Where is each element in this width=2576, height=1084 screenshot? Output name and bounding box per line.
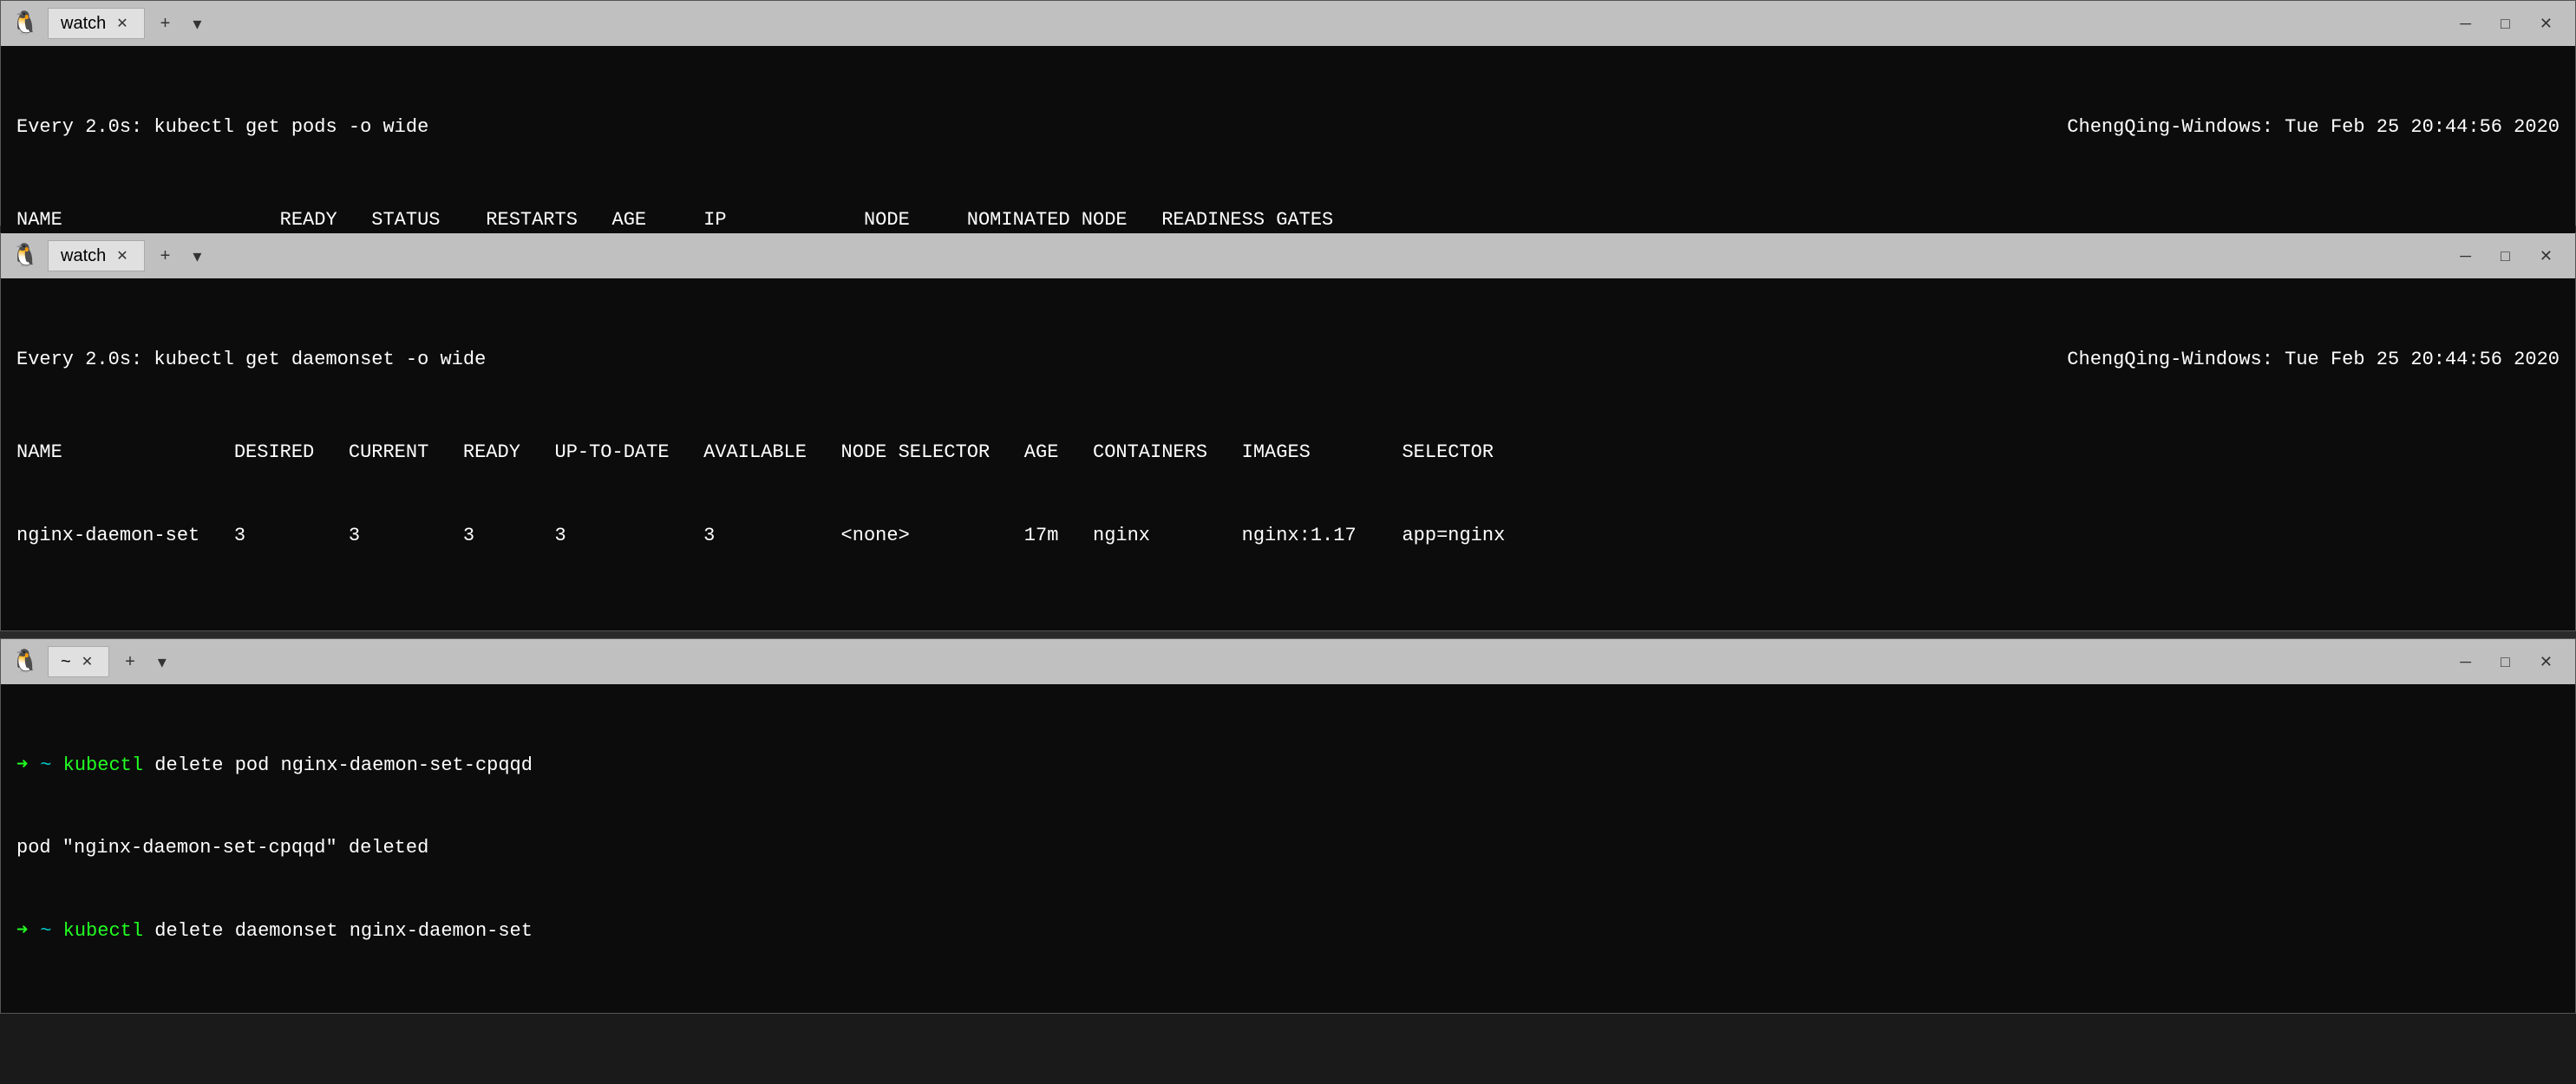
hostname-time-2: ChengQing-Windows: Tue Feb 25 20:44:56 2… <box>2067 346 2560 374</box>
linux-icon-2: 🐧 <box>11 242 39 270</box>
title-bar-left-3: 🐧 ~ ✕ + ▾ <box>11 646 2437 677</box>
maximize-btn-3[interactable]: □ <box>2488 651 2522 673</box>
prompt-arrow-1: ➜ <box>16 752 28 780</box>
maximize-btn-2[interactable]: □ <box>2488 245 2522 267</box>
title-bar-left-2: 🐧 watch ✕ + ▾ <box>11 240 2437 271</box>
tab-dropdown-btn-3[interactable]: ▾ <box>151 651 173 673</box>
cmd-rest-1: delete pod nginx-daemon-set-cpqqd <box>143 752 533 780</box>
prompt-dir-2: ~ <box>40 917 51 945</box>
title-bar-2: 🐧 watch ✕ + ▾ ─ □ ✕ <box>1 233 2575 278</box>
tab-dropdown-btn-1[interactable]: ▾ <box>186 13 208 35</box>
terminal-window-2: 🐧 watch ✕ + ▾ ─ □ ✕ Every 2.0s: kubectl … <box>0 232 2576 631</box>
command-line-2: Every 2.0s: kubectl get daemonset -o wid… <box>16 346 486 374</box>
title-bar-1: 🐧 watch ✕ + ▾ ─ □ ✕ <box>1 1 2575 46</box>
new-tab-btn-2[interactable]: + <box>154 246 178 266</box>
tab-2-label: watch <box>61 246 106 266</box>
terminal-content-2: Every 2.0s: kubectl get daemonset -o wid… <box>1 278 2575 630</box>
watch-header-1: Every 2.0s: kubectl get pods -o wide Che… <box>16 114 2560 141</box>
tab-2[interactable]: watch ✕ <box>48 240 145 271</box>
terminal-content-3: ➜ ~ kubectl delete pod nginx-daemon-set-… <box>1 684 2575 1013</box>
tab-dropdown-btn-2[interactable]: ▾ <box>186 245 208 267</box>
minimize-btn-1[interactable]: ─ <box>2448 13 2483 35</box>
tab-1-label: watch <box>61 14 106 34</box>
tab-1-close[interactable]: ✕ <box>113 15 131 32</box>
command-line-1: Every 2.0s: kubectl get pods -o wide <box>16 114 428 141</box>
table-row-2-0: nginx-daemon-set 3 3 3 3 3 <none> 17m ng… <box>16 522 2560 550</box>
linux-icon-1: 🐧 <box>11 10 39 37</box>
minimize-btn-3[interactable]: ─ <box>2448 651 2483 673</box>
prompt-cmd-2: kubectl <box>51 917 143 945</box>
prompt-dir-1: ~ <box>40 752 51 780</box>
new-tab-btn-3[interactable]: + <box>118 652 142 672</box>
watch-header-2: Every 2.0s: kubectl get daemonset -o wid… <box>16 346 2560 374</box>
tab-1[interactable]: watch ✕ <box>48 8 145 39</box>
prompt-line-2: ➜ ~ kubectl delete daemonset nginx-daemo… <box>16 917 2560 945</box>
tab-2-close[interactable]: ✕ <box>113 247 131 264</box>
hostname-time-1: ChengQing-Windows: Tue Feb 25 20:44:56 2… <box>2067 114 2560 141</box>
prompt-arrow-2: ➜ <box>16 917 28 945</box>
close-btn-3[interactable]: ✕ <box>2527 651 2565 673</box>
cmd-rest-2: delete daemonset nginx-daemon-set <box>143 917 533 945</box>
title-bar-3: 🐧 ~ ✕ + ▾ ─ □ ✕ <box>1 639 2575 684</box>
maximize-btn-1[interactable]: □ <box>2488 13 2522 35</box>
prompt-line-1: ➜ ~ kubectl delete pod nginx-daemon-set-… <box>16 752 2560 780</box>
table-headers-1: NAME READY STATUS RESTARTS AGE IP NODE N… <box>16 206 2560 234</box>
terminal-window-1: 🐧 watch ✕ + ▾ ─ □ ✕ Every 2.0s: kubectl … <box>0 0 2576 225</box>
tab-3[interactable]: ~ ✕ <box>48 646 109 677</box>
tab-3-label: ~ <box>61 652 71 672</box>
window-controls-3: ─ □ ✕ <box>2448 651 2565 673</box>
close-btn-1[interactable]: ✕ <box>2527 13 2565 35</box>
close-btn-2[interactable]: ✕ <box>2527 245 2565 267</box>
prompt-cmd-1: kubectl <box>51 752 143 780</box>
output-line-1: pod "nginx-daemon-set-cpqqd" deleted <box>16 834 2560 862</box>
window-controls-1: ─ □ ✕ <box>2448 13 2565 35</box>
linux-icon-3: 🐧 <box>11 648 39 676</box>
window-controls-2: ─ □ ✕ <box>2448 245 2565 267</box>
terminal-window-3: 🐧 ~ ✕ + ▾ ─ □ ✕ ➜ ~ kubectl delete pod n… <box>0 638 2576 1014</box>
title-bar-left-1: 🐧 watch ✕ + ▾ <box>11 8 2437 39</box>
new-tab-btn-1[interactable]: + <box>154 14 178 34</box>
spacer-2 <box>0 631 2576 638</box>
minimize-btn-2[interactable]: ─ <box>2448 245 2483 267</box>
tab-3-close[interactable]: ✕ <box>78 653 96 670</box>
table-headers-2: NAME DESIRED CURRENT READY UP-TO-DATE AV… <box>16 439 2560 467</box>
